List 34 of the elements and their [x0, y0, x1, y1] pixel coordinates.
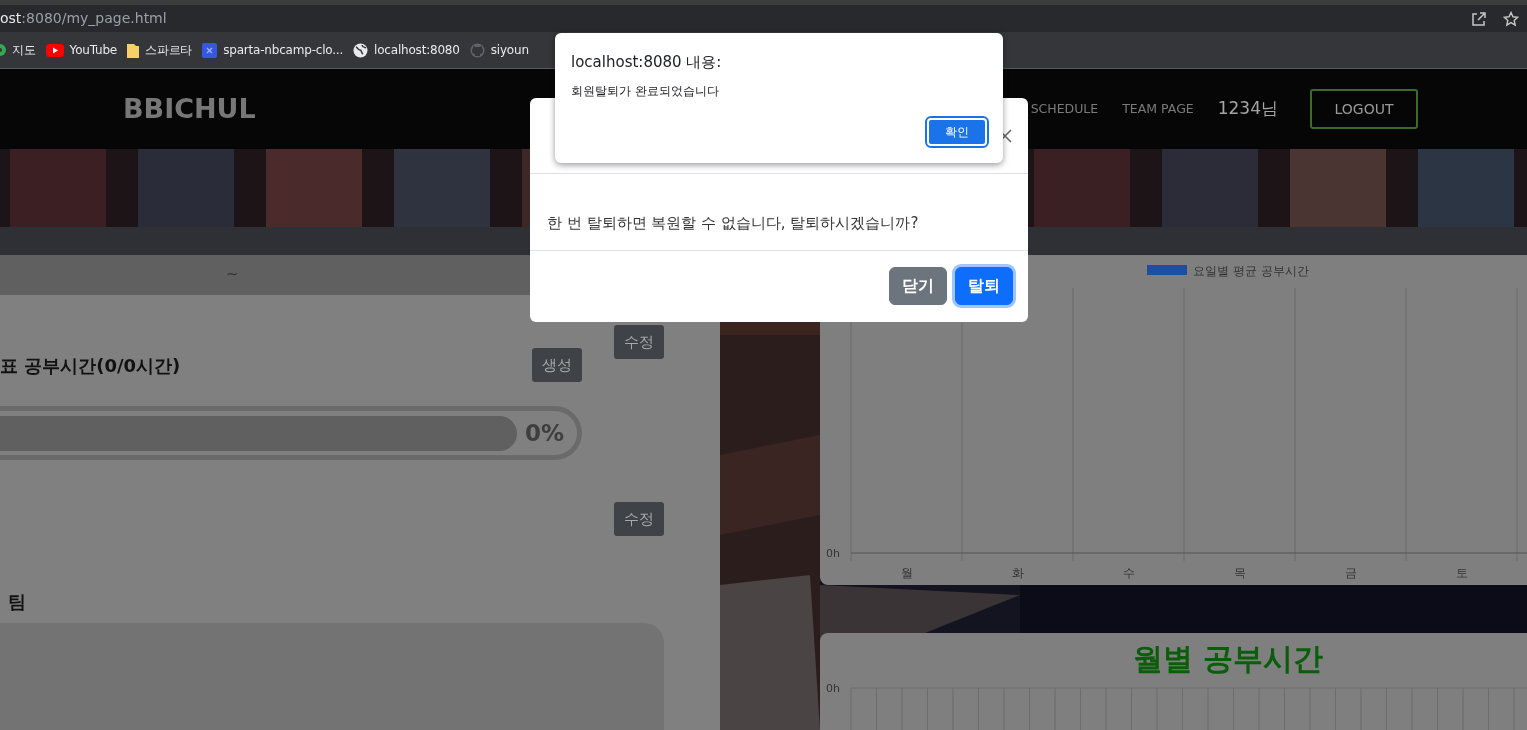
axis-category-label: 월 [900, 566, 913, 580]
alert-title: localhost:8080 내용: [571, 52, 723, 73]
axis-category-label: 목 [1233, 566, 1246, 580]
axis-category-label: 수 [1122, 566, 1135, 580]
team-heading: 팀 [8, 591, 26, 612]
chart-title: 월별 공부시간 [1132, 641, 1324, 676]
goal-title: 표 공부시간(0/0시간) [0, 353, 181, 378]
bookmark[interactable]: 스파르타 [127, 41, 193, 59]
axis-category-label: 토 [1455, 566, 1468, 580]
create-button[interactable]: 생성 [532, 348, 582, 382]
axis-category-label: 금 [1344, 566, 1357, 580]
logout-button[interactable]: LOGOUT [1310, 89, 1418, 129]
axis-tick-label: 0h [826, 682, 840, 695]
bookmark[interactable]: sparta-nbcamp-clo... [202, 41, 344, 59]
progress-percent: 0% [525, 418, 565, 448]
nav-link[interactable]: TEAM PAGE [1122, 99, 1194, 119]
bookmark[interactable]: localhost:8080 [353, 41, 460, 59]
legend-label: 요일별 평균 공부시간 [1193, 264, 1309, 278]
brand-logo[interactable]: BBICHUL [123, 88, 256, 130]
edit-button[interactable]: 수정 [614, 502, 664, 536]
dialog-button[interactable]: 탈퇴 [955, 267, 1013, 305]
bookmark[interactable]: YouTube [45, 41, 117, 59]
dialog-button[interactable]: 닫기 [889, 267, 947, 305]
bookmark[interactable]: 지도 [0, 41, 36, 59]
nav-link[interactable]: SCHEDULE [1030, 99, 1099, 119]
ok-button[interactable]: 확인 [927, 117, 987, 146]
edit-button[interactable]: 수정 [614, 325, 664, 359]
address-url[interactable]: ost:8080/my_page.html [0, 8, 167, 29]
bookmark[interactable]: siyoun [469, 41, 529, 59]
axis-tick-label: 0h [826, 547, 840, 560]
date-range: ~ [226, 265, 239, 283]
axis-category-label: 화 [1011, 566, 1024, 580]
user-name: 1234님 [1217, 97, 1278, 121]
alert-message: 회원탈퇴가 완료되었습니다 [571, 82, 720, 100]
